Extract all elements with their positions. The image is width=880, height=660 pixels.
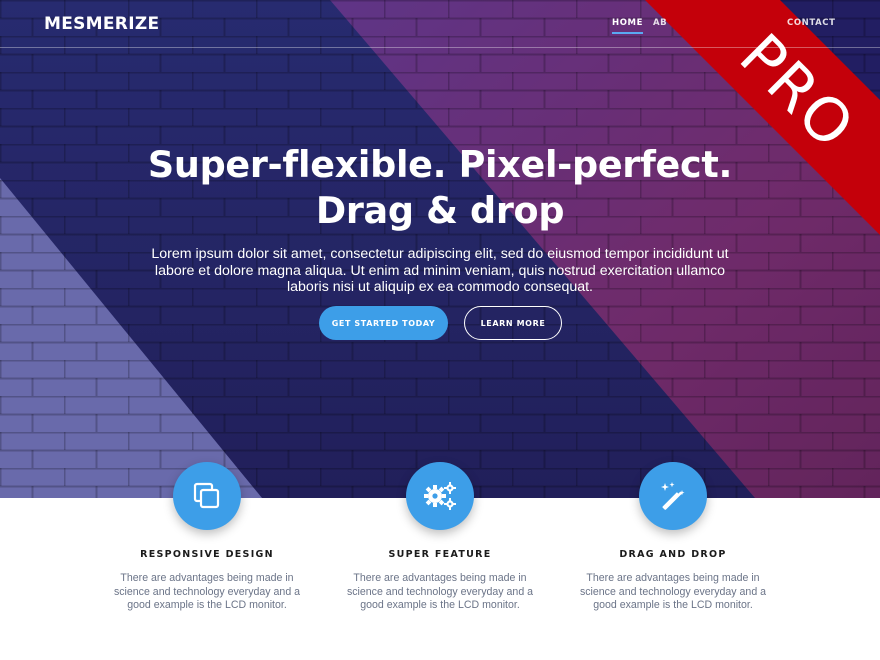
magic-wand-icon bbox=[639, 462, 707, 530]
feature-description: There are advantages being made in scien… bbox=[346, 572, 534, 611]
feature-title: SUPER FEATURE bbox=[388, 549, 492, 560]
learn-more-button[interactable]: LEARN MORE bbox=[464, 306, 562, 340]
nav-item-about[interactable]: AB bbox=[653, 18, 667, 28]
hero-section: PRO MESMERIZE HOME AB CONTACT Super-flex… bbox=[0, 0, 880, 498]
get-started-button[interactable]: GET STARTED TODAY bbox=[319, 306, 448, 340]
feature-title: RESPONSIVE DESIGN bbox=[140, 549, 274, 560]
nav-item-home[interactable]: HOME bbox=[612, 18, 644, 34]
feature-title: DRAG AND DROP bbox=[619, 549, 727, 560]
site-logo[interactable]: MESMERIZE bbox=[44, 14, 159, 34]
nav-item-contact[interactable]: CONTACT bbox=[787, 18, 836, 28]
gears-icon bbox=[406, 462, 474, 530]
hero-title-line-1: Super-flexible. Pixel-perfect. bbox=[147, 143, 733, 186]
hero-description: Lorem ipsum dolor sit amet, consectetur … bbox=[151, 246, 729, 295]
hero-title-line-2: Drag & drop bbox=[315, 189, 565, 232]
navbar: MESMERIZE HOME AB CONTACT bbox=[0, 0, 880, 48]
copy-icon bbox=[173, 462, 241, 530]
hero-title: Super-flexible. Pixel-perfect. Drag & dr… bbox=[100, 142, 780, 234]
feature-description: There are advantages being made in scien… bbox=[113, 572, 301, 611]
feature-description: There are advantages being made in scien… bbox=[579, 572, 767, 611]
